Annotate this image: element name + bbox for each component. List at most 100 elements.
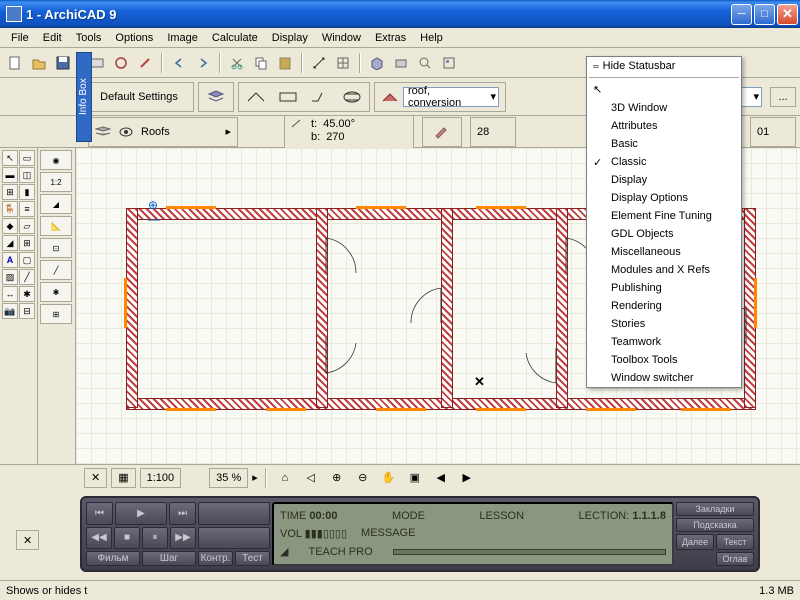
media-prev[interactable]: ◀◀ [86, 527, 112, 550]
new-button[interactable] [4, 52, 26, 74]
default-settings-panel[interactable]: Default Settings [84, 82, 194, 112]
dropdown-item-3dwindow[interactable]: 3D Window [587, 99, 741, 117]
eye-icon[interactable] [119, 127, 133, 137]
slab-tool[interactable]: ▱ [19, 218, 35, 234]
dropdown-cursor-item[interactable]: ↖ [587, 80, 741, 99]
object-tool[interactable]: 🪑 [2, 201, 18, 217]
layout-button[interactable] [438, 52, 460, 74]
nav-btn-1[interactable]: ✕ [84, 468, 107, 488]
more-button[interactable]: ... [770, 87, 796, 107]
detail-button[interactable] [414, 52, 436, 74]
cut-button[interactable] [226, 52, 248, 74]
tool2-7[interactable]: ✱ [40, 282, 72, 302]
geom-btn-2[interactable] [277, 86, 299, 108]
nav-zoomout[interactable]: ⊖ [352, 467, 374, 489]
tool2-1[interactable]: ◉ [40, 150, 72, 170]
measure-button[interactable] [308, 52, 330, 74]
tab-test[interactable]: Тест [235, 551, 270, 566]
arrow-tool[interactable]: ↖ [2, 150, 18, 166]
nav-home[interactable]: ⌂ [274, 467, 296, 489]
paste-button[interactable] [274, 52, 296, 74]
menu-file[interactable]: File [4, 30, 36, 46]
num-panel[interactable]: 28 [470, 117, 516, 147]
menu-tools[interactable]: Tools [69, 30, 109, 46]
side-hint[interactable]: Подсказка [676, 518, 754, 532]
dropdown-item-gdl[interactable]: GDL Objects [587, 225, 741, 243]
media-play[interactable]: ▶ [115, 502, 167, 525]
material-button[interactable] [422, 117, 462, 147]
dropdown-item-display[interactable]: Display [587, 171, 741, 189]
dropdown-item-basic[interactable]: Basic [587, 135, 741, 153]
minimize-button[interactable]: ─ [731, 4, 752, 25]
marquee-tool[interactable]: ▭ [19, 150, 35, 166]
infobox-tab[interactable]: Info Box [76, 52, 92, 142]
tool2-8[interactable]: ⊞ [40, 304, 72, 324]
dropdown-item-stories[interactable]: Stories [587, 315, 741, 333]
tool2-5[interactable]: ⊡ [40, 238, 72, 258]
dropdown-item-rendering[interactable]: Rendering [587, 297, 741, 315]
zoom-button[interactable]: 35 % [209, 468, 248, 488]
lamp-tool[interactable]: ◆ [2, 218, 18, 234]
view3d-button[interactable] [366, 52, 388, 74]
menu-image[interactable]: Image [160, 30, 205, 46]
side-toc[interactable]: Оглав [716, 552, 754, 566]
dropdown-item-displayoptions[interactable]: Display Options [587, 189, 741, 207]
undo-button[interactable] [168, 52, 190, 74]
dropdown-item-eft[interactable]: Element Fine Tuning [587, 207, 741, 225]
line-tool[interactable]: ╱ [19, 269, 35, 285]
geom-btn-4[interactable] [341, 86, 363, 108]
tab-step[interactable]: Шаг [142, 551, 196, 566]
dropdown-item-windowswitcher[interactable]: Window switcher [587, 369, 741, 387]
close-button[interactable]: ✕ [777, 4, 798, 25]
media-rewind[interactable]: ⏮ [86, 502, 113, 525]
dim-tool[interactable]: ↔ [2, 286, 18, 302]
nav-back[interactable]: ◀ [430, 467, 452, 489]
num2-panel[interactable]: 01 [750, 117, 796, 147]
geom-btn-1[interactable] [245, 86, 267, 108]
media-pause[interactable]: ⏸ [142, 527, 168, 550]
media-extra1[interactable] [198, 502, 270, 525]
tab-kontr[interactable]: Контр. [198, 551, 233, 566]
origin-button[interactable]: ✕ [16, 530, 39, 550]
media-stop[interactable]: ■ [114, 527, 140, 550]
open-button[interactable] [28, 52, 50, 74]
nav-fwd[interactable]: ▶ [456, 467, 478, 489]
tab-film[interactable]: Фильм [86, 551, 140, 566]
mesh-tool[interactable]: ⊞ [19, 235, 35, 251]
window-tool[interactable]: ⊞ [2, 184, 18, 200]
dropdown-item-toolboxtools[interactable]: Toolbox Tools [587, 351, 741, 369]
section-button[interactable] [390, 52, 412, 74]
tool2-6[interactable]: ╱ [40, 260, 72, 280]
nav-btn-2[interactable]: ▦ [111, 468, 135, 488]
dropdown-item-publishing[interactable]: Publishing [587, 279, 741, 297]
wall-tool[interactable]: ▬ [2, 167, 18, 183]
text-tool[interactable]: A [2, 252, 18, 268]
dropdown-item-teamwork[interactable]: Teamwork [587, 333, 741, 351]
dropdown-item-classic[interactable]: Classic [587, 153, 741, 171]
spot-tool[interactable]: ✱ [19, 286, 35, 302]
tool-icon[interactable] [110, 52, 132, 74]
redo-button[interactable] [192, 52, 214, 74]
menu-extras[interactable]: Extras [368, 30, 413, 46]
door-tool[interactable]: ◫ [19, 167, 35, 183]
camera-tool[interactable]: 📷 [2, 303, 18, 319]
media-next[interactable]: ▶▶ [170, 527, 196, 550]
media-extra2[interactable] [198, 527, 270, 550]
menu-calculate[interactable]: Calculate [205, 30, 265, 46]
dropdown-item-misc[interactable]: Miscellaneous [587, 243, 741, 261]
side-next[interactable]: Далее [676, 534, 714, 550]
layer-icon-button[interactable] [198, 82, 234, 112]
nav-fit[interactable]: ▣ [404, 467, 426, 489]
side-text[interactable]: Текст [716, 534, 754, 550]
tool2-2[interactable]: 1:2 [40, 172, 72, 192]
maximize-button[interactable]: □ [754, 4, 775, 25]
menu-window[interactable]: Window [315, 30, 368, 46]
save-button[interactable] [52, 52, 74, 74]
grid-button[interactable] [332, 52, 354, 74]
dropdown-item-attributes[interactable]: Attributes [587, 117, 741, 135]
geom-btn-3[interactable] [309, 86, 331, 108]
menu-options[interactable]: Options [108, 30, 160, 46]
tool2-4[interactable]: 📐 [40, 216, 72, 236]
media-ffwd[interactable]: ⏭ [169, 502, 196, 525]
b-value[interactable]: 270 [326, 131, 344, 143]
